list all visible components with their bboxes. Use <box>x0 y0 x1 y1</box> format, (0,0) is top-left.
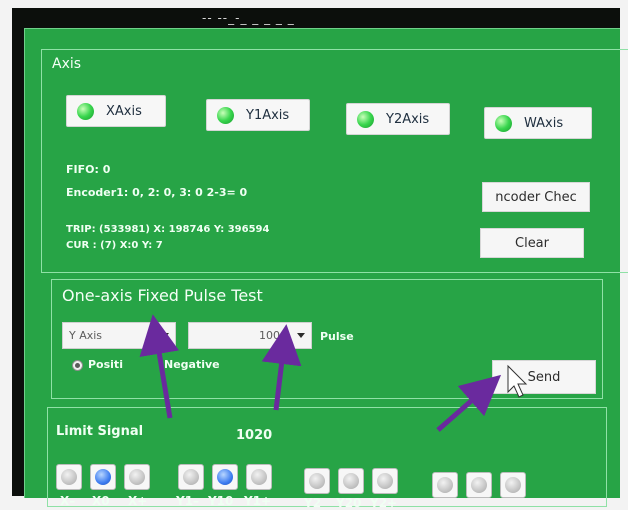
limit-indicator-x0 <box>90 464 116 490</box>
limit-indicator-y1-minus <box>178 464 204 490</box>
xaxis-status-led-icon <box>77 102 94 120</box>
y2axis-status-led-icon <box>357 110 374 128</box>
app-panel: Axis XAxis Y1Axis Y2Axis WAxis FIFO: 0 E… <box>24 28 628 510</box>
encoder-readout: Encoder1: 0, 2: 0, 3: 0 2-3= 0 <box>66 186 248 199</box>
positive-radio-label: Positi <box>88 358 123 371</box>
xaxis-button-label: XAxis <box>106 103 142 119</box>
indicator-dot-icon <box>217 469 233 485</box>
pulse-count-value: 1000 <box>259 329 287 342</box>
limit-indicator-x-minus <box>56 464 82 490</box>
waxis-button-label: WAxis <box>524 115 564 131</box>
positive-radio[interactable] <box>72 360 83 371</box>
trip-readout: TRIP: (533981) X: 198746 Y: 396594 <box>66 224 270 235</box>
limit-signal-group: Limit Signal 1020 X– X0 X+ Y1– Y10 Y1+ Y… <box>47 407 607 510</box>
waxis-button[interactable]: WAxis <box>484 107 592 139</box>
indicator-dot-icon <box>95 469 111 485</box>
waxis-status-led-icon <box>495 114 512 132</box>
indicator-dot-icon <box>471 477 487 493</box>
limit-signal-title: Limit Signal <box>56 424 144 439</box>
axis-select-value: Y Axis <box>69 329 103 342</box>
limit-indicator-y2-minus <box>304 468 330 494</box>
axis-select[interactable]: Y Axis <box>62 322 176 349</box>
app-window-frame: -- --_-_ _ _ _ _ Axis XAxis Y1Axis Y2Axi… <box>12 8 628 510</box>
send-button[interactable]: Send <box>492 360 596 394</box>
y2axis-button-label: Y2Axis <box>386 111 430 127</box>
y1axis-button-label: Y1Axis <box>246 107 290 123</box>
axis-group-title: Axis <box>52 56 82 72</box>
clear-button[interactable]: Clear <box>480 228 584 258</box>
y1axis-button[interactable]: Y1Axis <box>206 99 310 131</box>
limit-indicator-y2-plus <box>372 468 398 494</box>
indicator-dot-icon <box>251 469 267 485</box>
indicator-dot-icon <box>377 473 393 489</box>
indicator-dot-icon <box>309 473 325 489</box>
indicator-dot-icon <box>437 477 453 493</box>
limit-indicator-w-minus <box>432 472 458 498</box>
window-title: -- --_-_ _ _ _ _ <box>202 11 295 25</box>
limit-indicator-y20 <box>338 468 364 494</box>
axis-group: Axis XAxis Y1Axis Y2Axis WAxis FIFO: 0 E… <box>41 49 628 273</box>
y1axis-status-led-icon <box>217 106 234 124</box>
pulse-unit-label: Pulse <box>320 330 354 343</box>
limit-indicator-y10 <box>212 464 238 490</box>
indicator-dot-icon <box>61 469 77 485</box>
fifo-readout: FIFO: 0 <box>66 163 111 176</box>
limit-indicator-y1-plus <box>246 464 272 490</box>
cur-readout: CUR : (7) X:0 Y: 7 <box>66 240 163 251</box>
y2axis-button[interactable]: Y2Axis <box>346 103 450 135</box>
chevron-down-icon <box>297 333 305 338</box>
limit-label-y20: Y20 <box>336 496 362 510</box>
indicator-dot-icon <box>343 473 359 489</box>
limit-indicator-w-plus <box>500 472 526 498</box>
chevron-down-icon <box>161 333 169 338</box>
limit-label-y2: Y2 <box>304 496 322 510</box>
limit-indicator-x-plus <box>124 464 150 490</box>
limit-indicator-w0 <box>466 472 492 498</box>
pulse-test-title: One-axis Fixed Pulse Test <box>62 286 263 305</box>
indicator-dot-icon <box>129 469 145 485</box>
negative-radio-label[interactable]: Negative <box>164 358 220 371</box>
limit-label-y2-plus: Y2+ <box>370 496 398 510</box>
pulse-count-select[interactable]: 1000 <box>188 322 312 349</box>
pulse-test-group: One-axis Fixed Pulse Test Y Axis 1000 Pu… <box>51 279 603 399</box>
indicator-dot-icon <box>505 477 521 493</box>
encoder-check-button[interactable]: ncoder Chec <box>482 182 590 212</box>
limit-signal-value: 1020 <box>236 428 273 443</box>
indicator-dot-icon <box>183 469 199 485</box>
xaxis-button[interactable]: XAxis <box>66 95 166 127</box>
